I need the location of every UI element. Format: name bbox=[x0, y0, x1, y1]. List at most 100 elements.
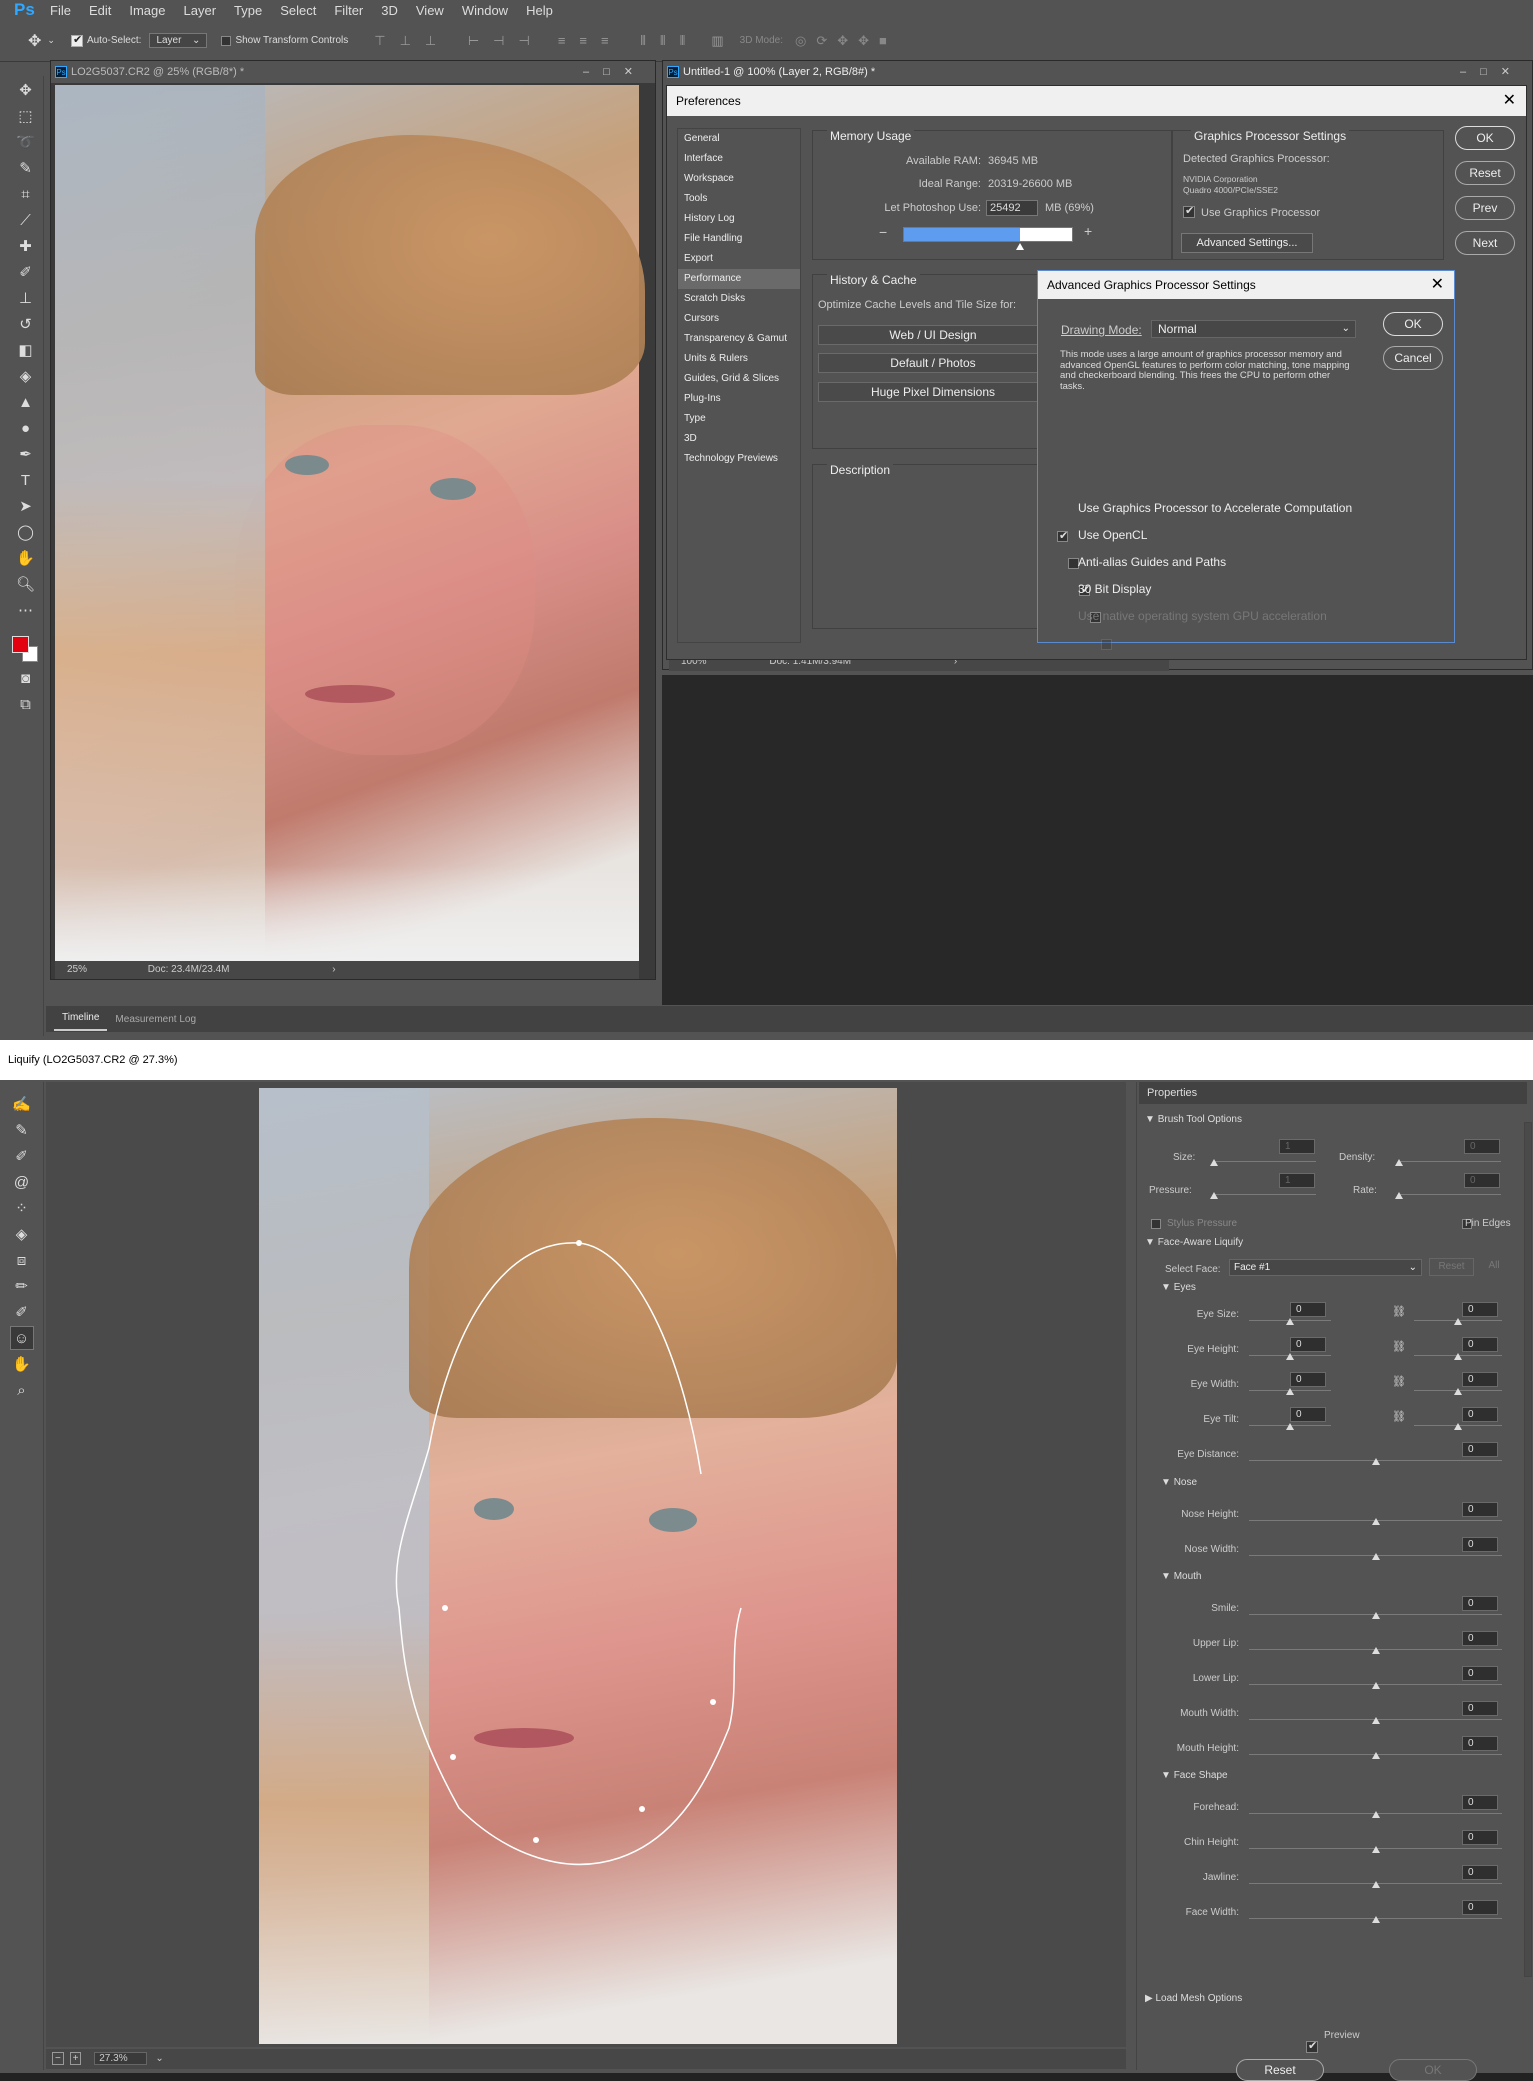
ok-button[interactable]: OK bbox=[1455, 126, 1515, 150]
rate-slider[interactable] bbox=[1399, 1194, 1501, 1195]
eraser-tool-icon[interactable]: ◧ bbox=[14, 338, 38, 362]
tab-timeline[interactable]: Timeline bbox=[54, 1007, 108, 1031]
smile-handle[interactable] bbox=[1372, 1612, 1380, 1619]
nose-height-input[interactable]: 0 bbox=[1462, 1502, 1498, 1517]
upper-lip-input[interactable]: 0 bbox=[1462, 1631, 1498, 1646]
eye-distance-input[interactable]: 0 bbox=[1462, 1442, 1498, 1457]
close-icon[interactable]: ✕ bbox=[1431, 271, 1444, 299]
pressure-slider[interactable] bbox=[1214, 1194, 1316, 1195]
select-face-dropdown[interactable]: Face #1 ⌄ bbox=[1229, 1259, 1422, 1276]
gpu-option-checkbox-0[interactable] bbox=[1057, 529, 1068, 542]
thaw-mask-tool-icon[interactable]: ✐ bbox=[10, 1300, 34, 1324]
portrait-image[interactable] bbox=[55, 85, 645, 961]
move-tool-icon[interactable]: ✥ bbox=[28, 31, 41, 51]
ellipse-tool-icon[interactable]: ◯ bbox=[14, 520, 38, 544]
pref-nav-item-units-rulers[interactable]: Units & Rulers bbox=[678, 349, 800, 369]
show-transform-checkbox[interactable] bbox=[221, 35, 232, 46]
more-tools-icon[interactable]: ⋯ bbox=[14, 598, 38, 622]
default-photos-button[interactable]: Default / Photos bbox=[818, 353, 1048, 373]
tab-measurement-log[interactable]: Measurement Log bbox=[107, 1014, 204, 1025]
liquify-portrait-image[interactable] bbox=[259, 1088, 897, 2044]
pref-nav-item-general[interactable]: General bbox=[678, 129, 800, 149]
eye-size-left-handle[interactable] bbox=[1286, 1318, 1294, 1325]
size-input[interactable]: 1 bbox=[1279, 1139, 1315, 1154]
pref-nav-item-history-log[interactable]: History Log bbox=[678, 209, 800, 229]
next-button[interactable]: Next bbox=[1455, 231, 1515, 255]
eye-width-right-input[interactable]: 0 bbox=[1462, 1372, 1498, 1387]
smile-input[interactable]: 0 bbox=[1462, 1596, 1498, 1611]
pref-nav-item-interface[interactable]: Interface bbox=[678, 149, 800, 169]
hand-tool-icon[interactable]: ✋ bbox=[14, 546, 38, 570]
history-brush-icon[interactable]: ↺ bbox=[14, 312, 38, 336]
forehead-input[interactable]: 0 bbox=[1462, 1795, 1498, 1810]
jawline-input[interactable]: 0 bbox=[1462, 1865, 1498, 1880]
mouth-height-input[interactable]: 0 bbox=[1462, 1736, 1498, 1751]
paint-bucket-icon[interactable]: ◈ bbox=[14, 364, 38, 388]
close-icon[interactable]: ✕ bbox=[1503, 86, 1516, 116]
chin-height-handle[interactable] bbox=[1372, 1846, 1380, 1853]
eye-size-link-icon[interactable]: ⛓ bbox=[1392, 1305, 1406, 1318]
mouth-section-header[interactable]: ▼ Mouth bbox=[1161, 1571, 1201, 1582]
path-select-icon[interactable]: ➤ bbox=[14, 494, 38, 518]
load-mesh-options-header[interactable]: ▶ Load Mesh Options bbox=[1145, 1993, 1242, 2004]
use-gpu-checkbox[interactable] bbox=[1183, 204, 1195, 219]
tool-preset-dropdown-icon[interactable]: ⌄ bbox=[47, 35, 55, 46]
eye-height-link-icon[interactable]: ⛓ bbox=[1392, 1340, 1406, 1353]
auto-align-icon[interactable]: ▥ bbox=[711, 33, 723, 49]
bloat-tool-icon[interactable]: ◈ bbox=[10, 1222, 34, 1246]
brush-tool-options-header[interactable]: ▼ Brush Tool Options bbox=[1145, 1114, 1242, 1125]
chevron-down-icon[interactable]: ⌄ bbox=[155, 2053, 163, 2064]
pref-nav-item-tools[interactable]: Tools bbox=[678, 189, 800, 209]
color-swatches[interactable] bbox=[8, 626, 40, 664]
eye-width-left-input[interactable]: 0 bbox=[1290, 1372, 1326, 1387]
face-aware-liquify-header[interactable]: ▼ Face-Aware Liquify bbox=[1145, 1237, 1243, 1248]
window-controls[interactable]: –□✕ bbox=[1460, 61, 1524, 83]
preview-checkbox[interactable] bbox=[1306, 2039, 1318, 2054]
eye-tilt-right-input[interactable]: 0 bbox=[1462, 1407, 1498, 1422]
pref-nav-item-transparency-gamut[interactable]: Transparency & Gamut bbox=[678, 329, 800, 349]
zoom-level[interactable]: 25% bbox=[67, 964, 87, 975]
auto-select-dropdown[interactable]: Layer ⌄ bbox=[149, 33, 208, 48]
eye-width-right-handle[interactable] bbox=[1454, 1388, 1462, 1395]
zoom-in-icon[interactable]: + bbox=[69, 2052, 82, 2065]
menu-3d[interactable]: 3D bbox=[371, 3, 406, 18]
pressure-input[interactable]: 1 bbox=[1279, 1173, 1315, 1188]
eye-tilt-left-input[interactable]: 0 bbox=[1290, 1407, 1326, 1422]
face-reset-button[interactable]: Reset bbox=[1429, 1258, 1474, 1276]
eyedropper-tool-icon[interactable]: ⟋ bbox=[14, 208, 38, 232]
face-outline[interactable] bbox=[259, 1088, 897, 2044]
clone-stamp-icon[interactable]: ⊥ bbox=[14, 286, 38, 310]
pref-nav-item-plug-ins[interactable]: Plug-Ins bbox=[678, 389, 800, 409]
forward-warp-tool-icon[interactable]: ✍ bbox=[10, 1092, 34, 1116]
nose-height-handle[interactable] bbox=[1372, 1518, 1380, 1525]
size-slider[interactable] bbox=[1214, 1161, 1316, 1162]
pressure-slider-handle[interactable] bbox=[1210, 1192, 1218, 1199]
menu-window[interactable]: Window bbox=[452, 3, 516, 18]
menu-help[interactable]: Help bbox=[516, 3, 561, 18]
drawing-mode-select[interactable]: Normal ⌄ bbox=[1151, 320, 1356, 338]
reconstruct-tool-icon[interactable]: ✎ bbox=[10, 1118, 34, 1142]
reset-button[interactable]: Reset bbox=[1455, 161, 1515, 185]
eye-size-left-input[interactable]: 0 bbox=[1290, 1302, 1326, 1317]
size-slider-handle[interactable] bbox=[1210, 1159, 1218, 1166]
advanced-settings-button[interactable]: Advanced Settings... bbox=[1181, 233, 1313, 253]
properties-scrollbar[interactable] bbox=[1524, 1122, 1532, 1977]
eye-size-right-input[interactable]: 0 bbox=[1462, 1302, 1498, 1317]
huge-pixel-button[interactable]: Huge Pixel Dimensions bbox=[818, 382, 1048, 402]
menu-type[interactable]: Type bbox=[224, 3, 270, 18]
minus-icon[interactable]: − bbox=[879, 224, 887, 240]
lasso-tool-icon[interactable]: ➰ bbox=[14, 130, 38, 154]
eye-tilt-left-handle[interactable] bbox=[1286, 1423, 1294, 1430]
face-tool-icon[interactable]: ☺ bbox=[9, 1326, 34, 1350]
eye-height-left-input[interactable]: 0 bbox=[1290, 1337, 1326, 1352]
marquee-tool-icon[interactable]: ⬚ bbox=[14, 104, 38, 128]
smooth-tool-icon[interactable]: ✐ bbox=[10, 1144, 34, 1168]
pref-nav-item-export[interactable]: Export bbox=[678, 249, 800, 269]
mouth-height-handle[interactable] bbox=[1372, 1752, 1380, 1759]
memory-slider[interactable] bbox=[903, 227, 1073, 250]
menu-filter[interactable]: Filter bbox=[324, 3, 371, 18]
crop-tool-icon[interactable]: ⌗ bbox=[14, 182, 38, 206]
document-tab-untitled[interactable]: Ps Untitled-1 @ 100% (Layer 2, RGB/8#) *… bbox=[663, 61, 1532, 83]
eye-height-right-input[interactable]: 0 bbox=[1462, 1337, 1498, 1352]
blur-tool-icon[interactable]: ▲ bbox=[14, 390, 38, 414]
